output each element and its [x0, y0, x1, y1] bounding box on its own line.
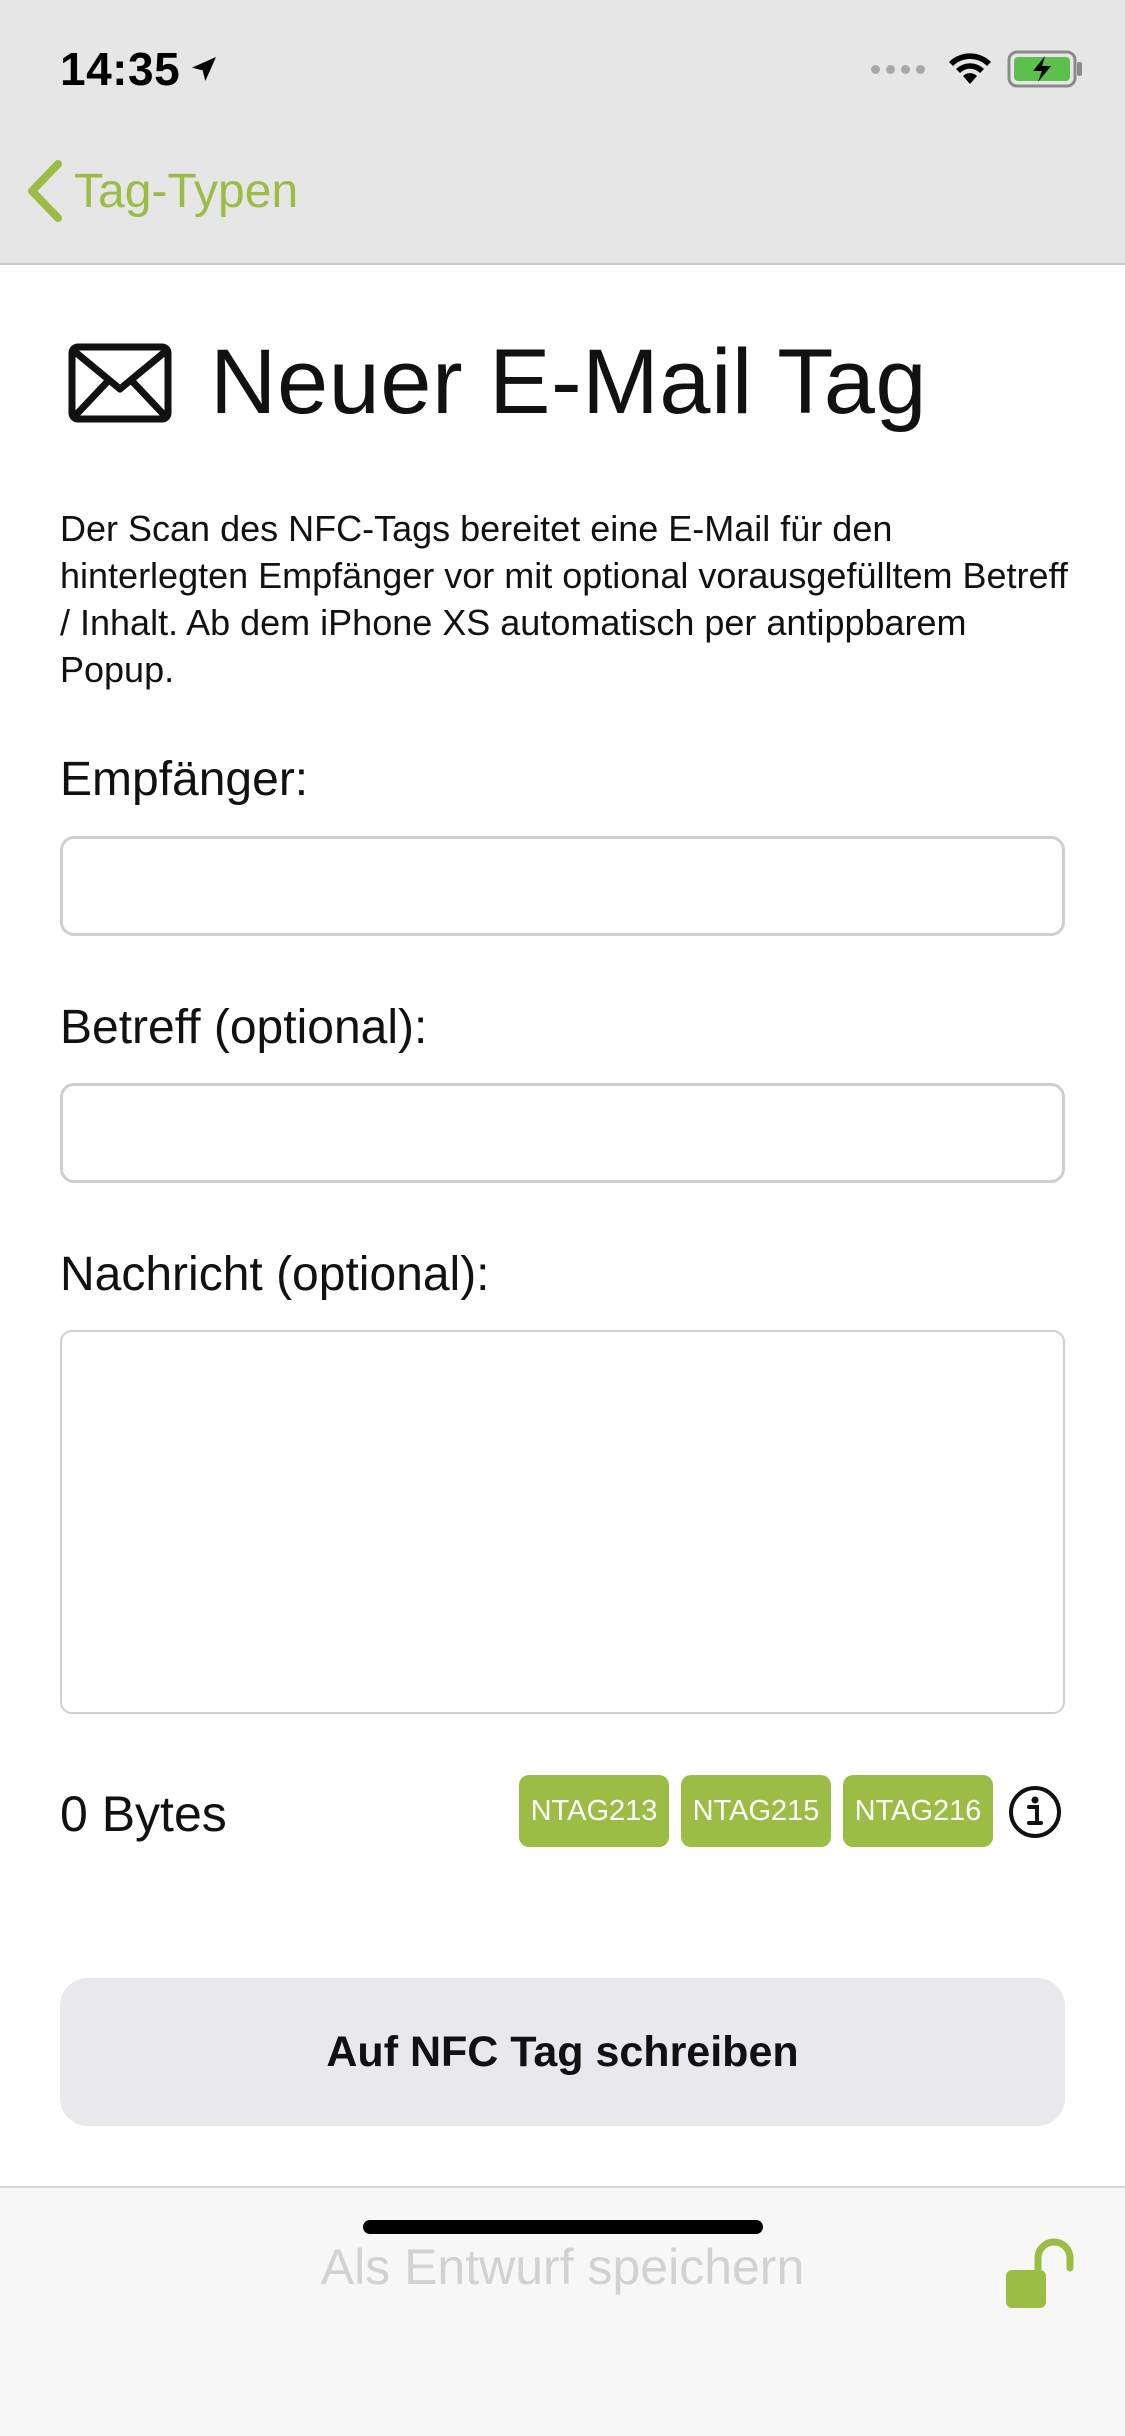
byte-count: 0 Bytes [60, 1786, 227, 1842]
recipient-label: Empfänger: [60, 753, 309, 806]
back-button[interactable]: Tag-Typen [24, 160, 298, 222]
info-icon[interactable] [1008, 1785, 1062, 1839]
message-textarea[interactable] [60, 1330, 1065, 1714]
chevron-left-icon [28, 160, 62, 222]
subject-label: Betreff (optional): [60, 1001, 428, 1054]
save-draft-button[interactable]: Als Entwurf speichern [0, 2238, 1125, 2296]
status-time: 14:35 [60, 42, 220, 96]
back-button-label: Tag-Typen [74, 164, 299, 218]
tag-type-chips: NTAG213 NTAG215 NTAG216 [519, 1775, 993, 1847]
chip-ntag216: NTAG216 [843, 1775, 993, 1847]
status-indicators [871, 50, 1085, 88]
chip-ntag215: NTAG215 [681, 1775, 831, 1847]
location-arrow-icon [192, 57, 217, 81]
status-time-text: 14:35 [60, 43, 181, 95]
envelope-icon [68, 343, 172, 422]
unlocked-lock-icon[interactable] [1002, 2238, 1078, 2312]
screen: 14:35 Tag-Typen Neuer E-Mail Tag Der Sca… [0, 0, 1125, 2436]
battery-charging-icon [1007, 50, 1082, 88]
signal-dots-icon [871, 64, 925, 74]
navigation-header: 14:35 Tag-Typen [0, 0, 1125, 265]
chip-ntag213: NTAG213 [519, 1775, 669, 1847]
home-indicator [363, 2220, 763, 2234]
wifi-icon [949, 53, 991, 84]
page-description: Der Scan des NFC-Tags bereitet eine E-Ma… [60, 508, 1068, 690]
page-title: Neuer E-Mail Tag [210, 331, 928, 433]
page-title-row: Neuer E-Mail Tag [68, 330, 927, 435]
subject-input[interactable] [60, 1083, 1065, 1183]
recipient-input[interactable] [60, 836, 1065, 936]
write-nfc-tag-button[interactable]: Auf NFC Tag schreiben [60, 1978, 1065, 2126]
message-label: Nachricht (optional): [60, 1248, 490, 1301]
